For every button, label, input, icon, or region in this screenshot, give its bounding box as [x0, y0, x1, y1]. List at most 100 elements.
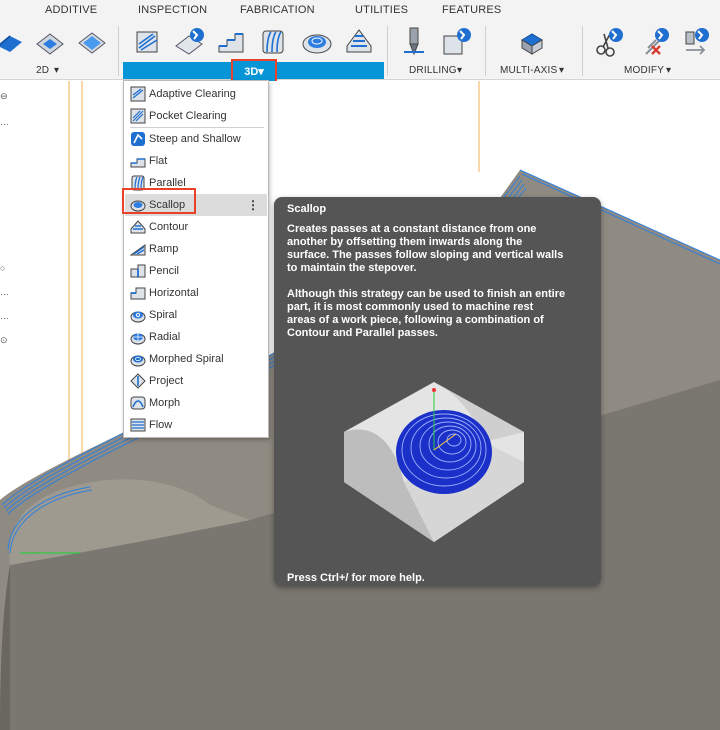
menu-item-project[interactable]: Project [125, 370, 267, 392]
menu-item-steep-and-shallow[interactable]: Steep and Shallow [125, 128, 267, 150]
move-toolpath-icon[interactable] [678, 26, 710, 58]
project-icon [130, 373, 146, 389]
menu-item-label: Horizontal [149, 287, 199, 299]
menu-item-flat[interactable]: Flat [125, 150, 267, 172]
menu-item-label: Spiral [149, 309, 178, 321]
menu-item-label: Morphed Spiral [149, 353, 224, 365]
toolbar-ribbon: 2D ▾ DRILLING ▾ MULTI-AXIS ▾ MODIFY ▾ [0, 22, 720, 80]
tab-features[interactable]: FEATURES [442, 4, 501, 16]
2d-contour-icon[interactable] [0, 26, 26, 58]
pencil-icon [130, 264, 146, 278]
menu-item-adaptive-clearing[interactable]: Adaptive Clearing [125, 83, 267, 105]
menu-item-contour[interactable]: Contour [125, 216, 267, 238]
multi-axis-icon[interactable] [516, 26, 548, 58]
menu-item-pocket-clearing[interactable]: Pocket Clearing [125, 105, 267, 127]
hole-recognition-icon[interactable] [440, 26, 472, 58]
3d-adaptive-icon[interactable] [131, 26, 163, 58]
menu-item-label: Pocket Clearing [149, 110, 227, 122]
menu-item-label: Scallop [149, 199, 186, 211]
menu-item-label: Ramp [149, 243, 179, 255]
group-drilling-label[interactable]: DRILLING [409, 65, 457, 76]
menu-item-scallop[interactable]: Scallop ⋮ [125, 194, 267, 216]
morphed-spiral-icon [130, 355, 146, 367]
ribbon-separator [485, 26, 486, 76]
menu-item-spiral[interactable]: Spiral [125, 304, 267, 326]
panel-radio-icon[interactable]: ⊙ [0, 335, 8, 347]
menu-item-label: Steep and Shallow [149, 133, 241, 145]
scallop-tooltip: Scallop Creates passes at a constant dis… [274, 197, 601, 586]
tooltip-title: Scallop [287, 203, 327, 215]
chevron-down-icon[interactable]: ▾ [457, 65, 462, 76]
spiral-icon [130, 311, 146, 323]
3d-scallop-icon[interactable] [301, 26, 333, 58]
more-options-icon[interactable]: ⋮ [247, 194, 259, 216]
menu-item-label: Contour [149, 221, 189, 233]
workspace-tab-bar: ADDITIVE INSPECTION FABRICATION UTILITIE… [0, 0, 720, 22]
group-2d-label[interactable]: 2D [36, 65, 49, 76]
menu-item-horizontal[interactable]: Horizontal [125, 282, 267, 304]
menu-item-flow[interactable]: Flow [125, 414, 267, 436]
chevron-down-icon[interactable]: ▾ [54, 65, 59, 76]
browser-panel-edge: ⊖ … ○ … … ⊙ [0, 81, 14, 381]
3d-strategy-menu: Adaptive Clearing Pocket Clearing Steep … [123, 80, 269, 438]
tab-utilities[interactable]: UTILITIES [355, 4, 408, 16]
3d-steps-icon[interactable] [215, 26, 247, 58]
2d-face-icon[interactable] [76, 26, 108, 58]
horizontal-icon [130, 287, 146, 300]
ramp-icon [130, 244, 146, 256]
tooltip-line: areas of a work piece, following a combi… [287, 314, 544, 326]
panel-more-icon[interactable]: … [0, 311, 9, 323]
menu-item-morphed-spiral[interactable]: Morphed Spiral [125, 348, 267, 370]
tooltip-line: part, it is most commonly used to machin… [287, 301, 534, 313]
cut-toolpath-icon[interactable] [592, 26, 624, 58]
parallel-icon [131, 175, 145, 191]
ribbon-separator [582, 26, 583, 76]
group-multi-axis-label[interactable]: MULTI-AXIS [500, 65, 557, 76]
menu-item-parallel[interactable]: Parallel [125, 172, 267, 194]
tooltip-help-hint: Press Ctrl+/ for more help. [287, 572, 425, 584]
3d-rest-icon[interactable] [173, 26, 205, 58]
tab-fabrication[interactable]: FABRICATION [240, 4, 315, 16]
panel-radio-icon[interactable]: ○ [0, 263, 8, 275]
panel-more-icon[interactable]: … [0, 117, 9, 129]
tooltip-line: surface. The passes follow sloping and v… [287, 249, 564, 261]
menu-item-label: Radial [149, 331, 181, 343]
ribbon-separator [118, 26, 119, 76]
menu-item-label: Adaptive Clearing [149, 88, 236, 100]
menu-item-label: Flat [149, 155, 168, 167]
2d-pocket-icon[interactable] [34, 26, 66, 58]
tooltip-line: Although this strategy can be used to fi… [287, 288, 566, 300]
contour-icon [130, 220, 146, 234]
radial-icon [130, 333, 146, 345]
scallop-icon [130, 200, 146, 212]
drill-icon[interactable] [398, 26, 430, 58]
3d-parallel-icon[interactable] [257, 26, 289, 58]
delete-toolpath-icon[interactable] [638, 26, 670, 58]
flow-icon [130, 418, 146, 432]
tab-inspection[interactable]: INSPECTION [138, 4, 207, 16]
chevron-down-icon: ▾ [258, 66, 264, 78]
chevron-down-icon[interactable]: ▾ [559, 65, 564, 76]
scallop-illustration [344, 382, 524, 542]
menu-item-morph[interactable]: Morph [125, 392, 267, 414]
adaptive-clearing-icon [130, 86, 146, 102]
tooltip-line: another by offsetting them inwards along… [287, 236, 523, 248]
menu-item-ramp[interactable]: Ramp [125, 238, 267, 260]
menu-item-label: Parallel [149, 177, 186, 189]
tooltip-line: Contour and Parallel passes. [287, 327, 438, 339]
menu-item-radial[interactable]: Radial [125, 326, 267, 348]
menu-item-label: Flow [149, 419, 173, 431]
morph-icon [130, 396, 146, 410]
panel-more-icon[interactable]: … [0, 287, 9, 299]
chevron-down-icon[interactable]: ▾ [666, 65, 671, 76]
3d-contour-icon[interactable] [343, 26, 375, 58]
panel-collapse-icon[interactable]: ⊖ [0, 91, 8, 103]
tooltip-paragraph: Although this strategy can be used to fi… [287, 288, 587, 340]
tooltip-line: Creates passes at a constant distance fr… [287, 223, 537, 235]
menu-item-pencil[interactable]: Pencil [125, 260, 267, 282]
tab-additive[interactable]: ADDITIVE [45, 4, 97, 16]
group-modify-label[interactable]: MODIFY [624, 65, 664, 76]
steep-and-shallow-icon [131, 132, 145, 146]
menu-item-label: Morph [149, 397, 181, 409]
ribbon-separator [387, 26, 388, 76]
